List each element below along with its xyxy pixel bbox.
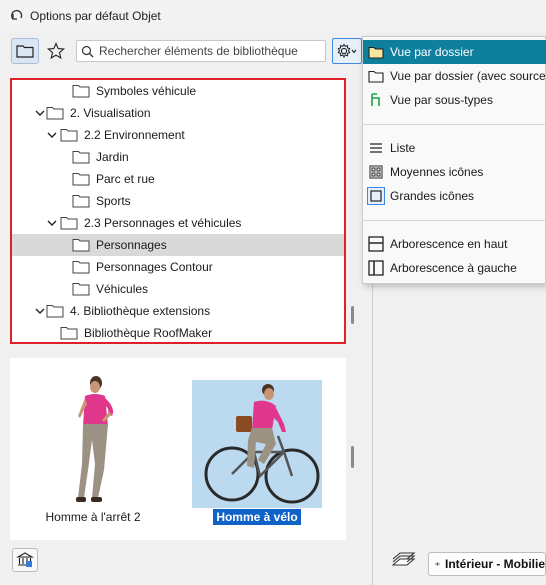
tree-item-label: Sports bbox=[96, 194, 131, 208]
tree-item-label: Parc et rue bbox=[96, 172, 155, 186]
library-manager-button[interactable] bbox=[12, 548, 38, 572]
search-icon bbox=[81, 45, 94, 57]
menu-item[interactable]: Moyennes icônes bbox=[363, 160, 546, 184]
window-title: Options par défaut Objet bbox=[30, 9, 161, 23]
menu-item[interactable]: Grandes icônes bbox=[363, 184, 546, 208]
preview-area: Homme à l'arrêt 2 Homme à vélo bbox=[10, 358, 346, 540]
tree-item[interactable]: Jardin bbox=[12, 146, 344, 168]
tree-item[interactable]: Sports bbox=[12, 190, 344, 212]
cyclist-image bbox=[192, 380, 322, 508]
preview-scrollbar[interactable] bbox=[351, 446, 354, 468]
folder-icon bbox=[16, 45, 34, 58]
folder-icon bbox=[72, 239, 90, 252]
view-options-button[interactable] bbox=[332, 38, 362, 64]
folder-icon bbox=[72, 85, 90, 98]
folder-icon bbox=[72, 151, 90, 164]
menu-separator bbox=[363, 220, 546, 221]
tree-item[interactable]: 2.3 Personnages et véhicules bbox=[12, 212, 344, 234]
tree-item-label: 2.3 Personnages et véhicules bbox=[84, 216, 242, 230]
menu-item-label: Moyennes icônes bbox=[390, 165, 484, 179]
tree-item[interactable]: Parc et rue bbox=[12, 168, 344, 190]
folder-icon bbox=[367, 43, 385, 61]
subtypes-icon bbox=[367, 91, 385, 109]
tree-item-label: Jardin bbox=[96, 150, 129, 164]
star-icon bbox=[47, 42, 65, 60]
folder-icon bbox=[72, 283, 90, 296]
tree-item[interactable]: Personnages Contour bbox=[12, 256, 344, 278]
tree-top-icon bbox=[367, 235, 385, 253]
chevron-down-icon[interactable] bbox=[46, 129, 58, 141]
folder-icon bbox=[60, 129, 78, 142]
folder-icon bbox=[72, 173, 90, 186]
model-view-label: Intérieur - Mobilie bbox=[444, 557, 545, 571]
menu-separator bbox=[363, 124, 546, 125]
list-icon bbox=[367, 139, 385, 157]
eye-icon bbox=[435, 562, 440, 566]
menu-item[interactable]: Vue par dossier bbox=[363, 40, 546, 64]
tree-scrollbar[interactable] bbox=[351, 306, 354, 324]
preview-item-standing-man[interactable]: Homme à l'arrêt 2 bbox=[38, 374, 148, 526]
refresh-icon bbox=[10, 9, 23, 20]
folder-icon bbox=[46, 107, 64, 120]
tree-item-label: 4. Bibliothèque extensions bbox=[70, 304, 211, 318]
menu-item-label: Vue par dossier bbox=[390, 45, 474, 59]
folder-icon bbox=[46, 305, 64, 318]
large-icons-icon bbox=[367, 187, 385, 205]
library-icon bbox=[16, 552, 34, 567]
menu-item-label: Grandes icônes bbox=[390, 189, 475, 203]
preview-caption: Homme à l'arrêt 2 bbox=[45, 510, 141, 524]
layer-icon-area[interactable] bbox=[390, 551, 416, 571]
tree-item[interactable]: Personnages bbox=[12, 234, 344, 256]
tree-item[interactable]: Bibliothèque RoofMaker bbox=[12, 322, 344, 342]
menu-item[interactable]: Vue par sous-types bbox=[363, 88, 546, 112]
chevron-down-icon[interactable] bbox=[34, 107, 46, 119]
view-mode-menu: Vue par dossier Vue par dossier (avec sou… bbox=[362, 36, 546, 284]
standing-man-image bbox=[76, 376, 114, 502]
tree-item[interactable]: 2. Visualisation bbox=[12, 102, 344, 124]
folder-icon bbox=[60, 327, 78, 340]
folder-view-button[interactable] bbox=[11, 38, 39, 64]
search-input[interactable] bbox=[99, 44, 319, 58]
layers-icon[interactable] bbox=[390, 551, 416, 571]
tree-item[interactable]: Véhicules bbox=[12, 278, 344, 300]
tree-item[interactable]: 2.2 Environnement bbox=[12, 124, 344, 146]
folder-icon bbox=[367, 67, 385, 85]
tree-item-label: 2. Visualisation bbox=[70, 106, 151, 120]
menu-item-label: Vue par dossier (avec sources) bbox=[390, 69, 546, 83]
favorites-button[interactable] bbox=[42, 38, 70, 64]
chevron-down-icon[interactable] bbox=[34, 305, 46, 317]
tree-left-icon bbox=[367, 259, 385, 277]
menu-item[interactable]: Vue par dossier (avec sources) bbox=[363, 64, 546, 88]
folder-icon bbox=[72, 261, 90, 274]
menu-item-label: Liste bbox=[390, 141, 416, 155]
menu-item[interactable]: Arborescence à gauche bbox=[363, 256, 546, 280]
preview-caption: Homme à vélo bbox=[213, 509, 301, 525]
library-toolbar bbox=[0, 36, 362, 66]
folder-icon bbox=[72, 195, 90, 208]
menu-item[interactable]: Liste bbox=[363, 136, 546, 160]
gear-icon bbox=[337, 43, 357, 58]
menu-item-label: Arborescence à gauche bbox=[390, 261, 517, 275]
title-bar: Options par défaut Objet bbox=[0, 0, 546, 32]
tree-item-label: 2.2 Environnement bbox=[84, 128, 185, 142]
tree-item-label: Personnages bbox=[96, 238, 167, 252]
menu-item-label: Vue par sous-types bbox=[390, 93, 493, 107]
folder-icon bbox=[60, 217, 78, 230]
tree-item[interactable]: Symboles véhicule bbox=[12, 80, 344, 102]
tree-item-label: Bibliothèque RoofMaker bbox=[84, 326, 213, 340]
menu-item-label: Arborescence en haut bbox=[390, 237, 508, 251]
model-view-selector[interactable]: Intérieur - Mobilie bbox=[428, 552, 546, 576]
tree-item-label: Personnages Contour bbox=[96, 260, 213, 274]
tree-item-label: Symboles véhicule bbox=[96, 84, 197, 98]
preview-item-cyclist[interactable]: Homme à vélo bbox=[192, 380, 322, 530]
search-field[interactable] bbox=[76, 40, 326, 62]
tree-item-label: Véhicules bbox=[96, 282, 149, 296]
medium-icons-icon bbox=[367, 163, 385, 181]
menu-item[interactable]: Arborescence en haut bbox=[363, 232, 546, 256]
chevron-down-icon[interactable] bbox=[46, 217, 58, 229]
tree-item[interactable]: 4. Bibliothèque extensions bbox=[12, 300, 344, 322]
folder-tree: Symboles véhicule 2. Visualisation 2.2 Env… bbox=[10, 78, 346, 344]
